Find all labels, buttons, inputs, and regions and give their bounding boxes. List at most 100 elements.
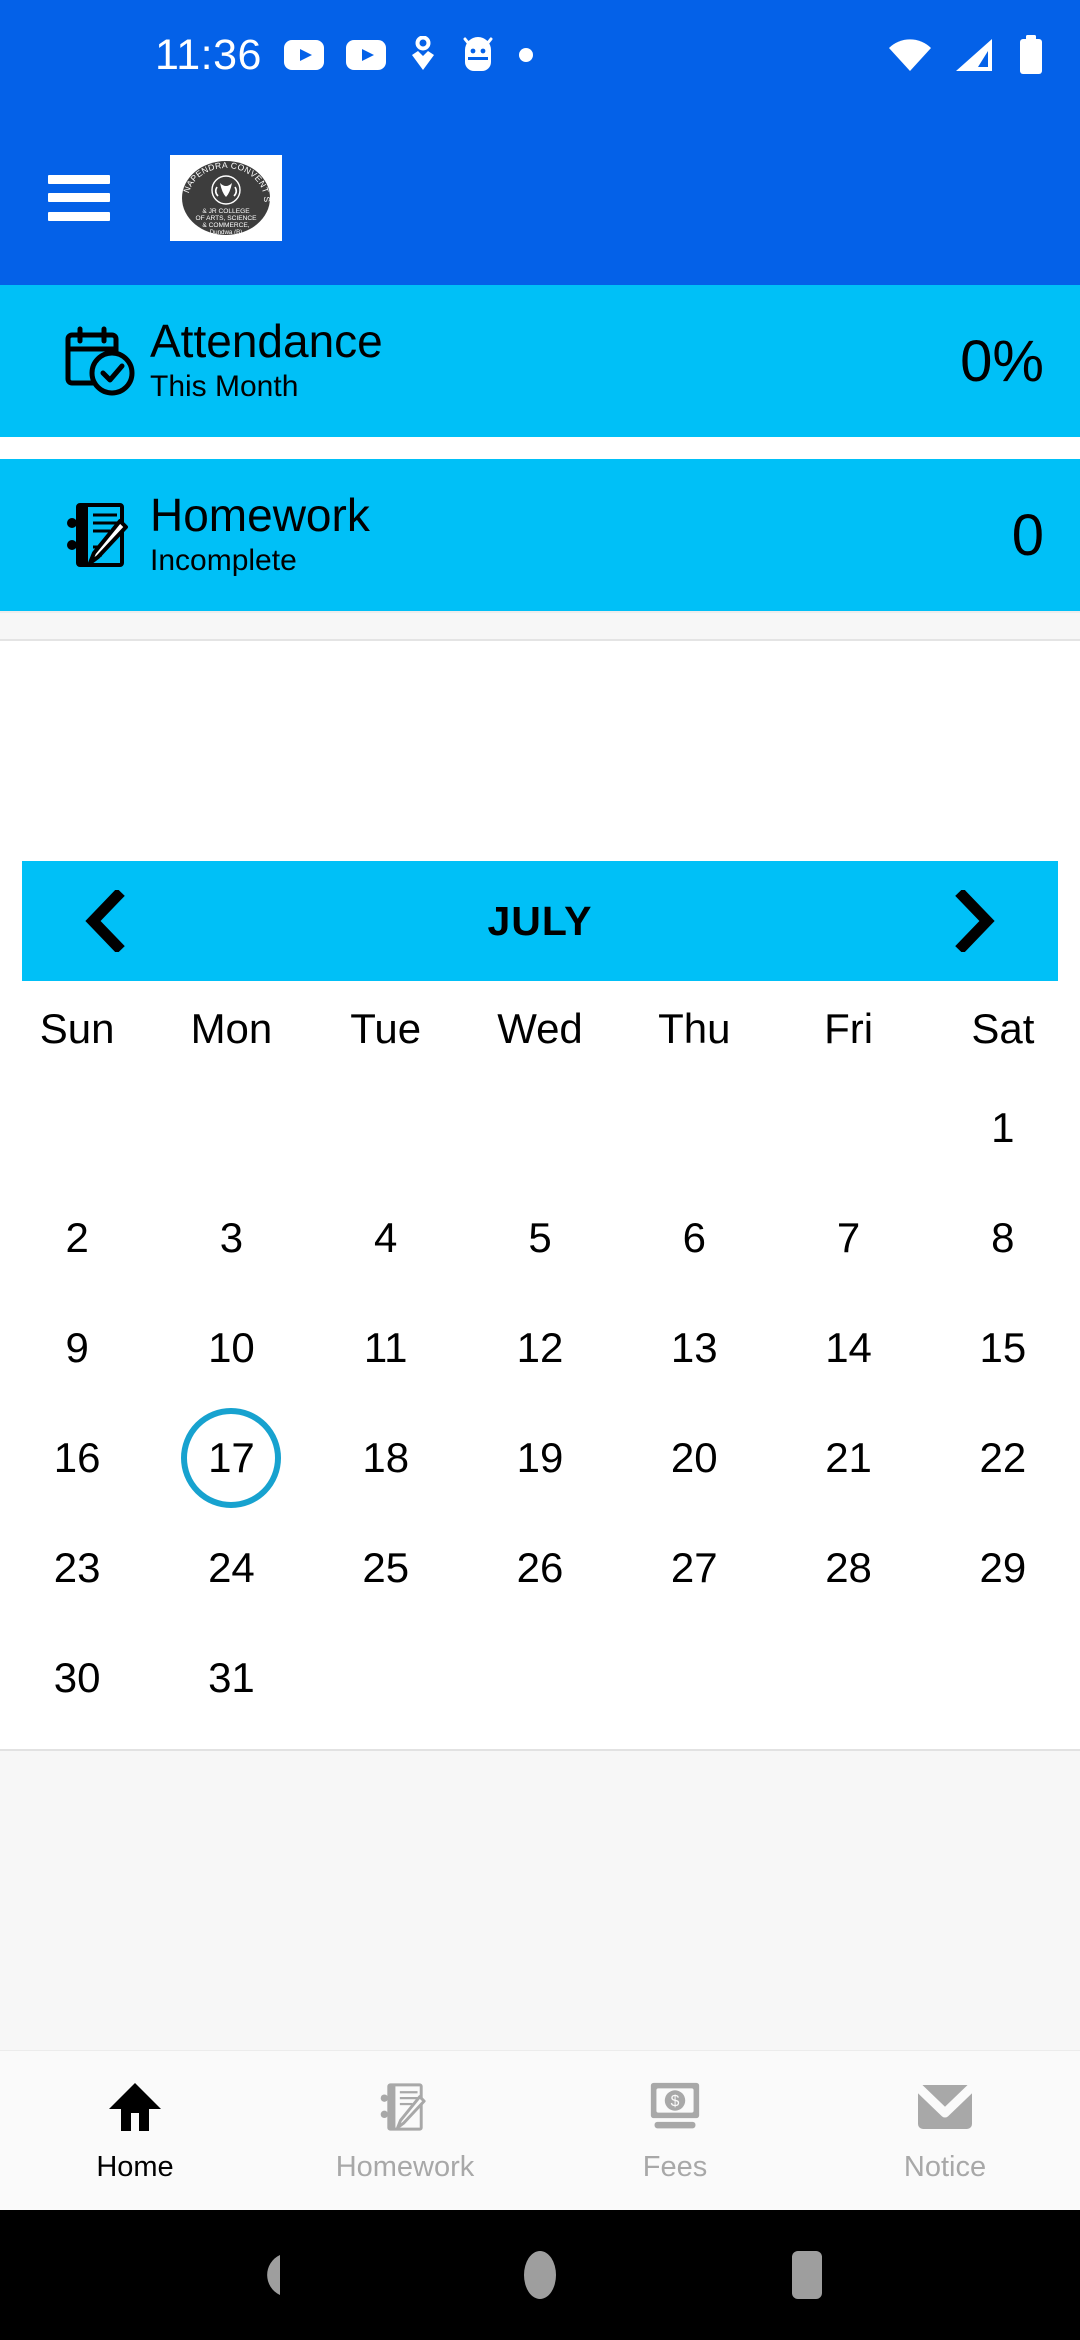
- calendar-day-number: 22: [979, 1434, 1027, 1481]
- money-bill-icon: $: [642, 2077, 708, 2137]
- calendar-month-label: JULY: [487, 897, 593, 944]
- calendar-day-number: 26: [516, 1544, 564, 1591]
- menu-bar-2: [48, 193, 110, 202]
- menu-bar-1: [48, 174, 110, 184]
- calendar-day-number: 3: [219, 1214, 244, 1261]
- calendar-day[interactable]: 12: [463, 1293, 617, 1403]
- calendar-day[interactable]: 19: [463, 1403, 617, 1513]
- calendar-day-empty: [309, 1623, 463, 1733]
- battery-icon: [1018, 35, 1044, 75]
- calendar-day[interactable]: 5: [463, 1183, 617, 1293]
- calendar-day-number: 9: [65, 1324, 89, 1371]
- calendar-day[interactable]: 13: [617, 1293, 771, 1403]
- calendar-day-empty: [771, 1073, 925, 1183]
- nav-label-notice: Notice: [903, 2151, 987, 2183]
- homework-card[interactable]: Homework Incomplete 0: [0, 459, 1080, 611]
- calendar-day-number: 10: [208, 1324, 255, 1371]
- calendar-day-empty: [617, 1073, 771, 1183]
- weekday-wed: Wed: [497, 1005, 583, 1052]
- calendar-day[interactable]: 24: [154, 1513, 308, 1623]
- notebook-pencil-icon: [372, 2077, 438, 2137]
- calendar-day-empty: [463, 1073, 617, 1183]
- svg-text:& COMMERCE,: & COMMERCE,: [202, 222, 249, 229]
- calendar-day[interactable]: 7: [771, 1183, 925, 1293]
- calendar-day-empty: [926, 1623, 1080, 1733]
- calendar-day[interactable]: 4: [309, 1183, 463, 1293]
- calendar-day[interactable]: 9: [0, 1293, 154, 1403]
- calendar-day-number: 2: [65, 1214, 89, 1261]
- calendar-day[interactable]: 26: [463, 1513, 617, 1623]
- calendar-day[interactable]: 22: [926, 1403, 1080, 1513]
- calendar-day[interactable]: 25: [309, 1513, 463, 1623]
- calendar-day-number: 19: [516, 1434, 564, 1481]
- calendar-day[interactable]: 1: [926, 1073, 1080, 1183]
- calendar-day-empty: [0, 1073, 154, 1183]
- status-bar: 11:36: [0, 0, 1080, 110]
- location-heart-icon: [408, 36, 438, 74]
- home-button[interactable]: [495, 2230, 585, 2320]
- weekday-thu: Thu: [658, 1005, 731, 1052]
- calendar-day[interactable]: 23: [0, 1513, 154, 1623]
- calendar-day-number: 25: [362, 1544, 410, 1591]
- chevron-left-icon[interactable]: [70, 885, 142, 957]
- nav-item-notice[interactable]: Notice: [810, 2077, 1080, 2184]
- calendar-day[interactable]: 14: [771, 1293, 925, 1403]
- wifi-icon: [888, 37, 932, 73]
- calendar-day[interactable]: 3: [154, 1183, 308, 1293]
- calendar-day[interactable]: 10: [154, 1293, 308, 1403]
- calendar-day-selected[interactable]: 17: [154, 1403, 308, 1513]
- calendar-day-number: 6: [682, 1214, 706, 1261]
- menu-bar-3: [48, 211, 110, 221]
- homework-subtitle: Incomplete: [150, 543, 297, 577]
- calendar-day[interactable]: 28: [771, 1513, 925, 1623]
- nav-label-home: Home: [96, 2151, 174, 2183]
- nav-label-fees: Fees: [642, 2151, 708, 2183]
- nav-item-fees[interactable]: $ Fees: [540, 2077, 810, 2184]
- weekday-mon: Mon: [190, 1005, 273, 1052]
- homework-title: Homework: [150, 489, 370, 542]
- calendar-day-number: 21: [825, 1434, 872, 1481]
- signal-icon: [954, 37, 996, 73]
- calendar-day[interactable]: 6: [617, 1183, 771, 1293]
- calendar-day-number: 29: [979, 1544, 1027, 1591]
- calendar-day[interactable]: 30: [0, 1623, 154, 1733]
- calendar-day-number: 28: [825, 1544, 872, 1591]
- chevron-right-icon[interactable]: [938, 885, 1010, 957]
- back-button[interactable]: [228, 2230, 318, 2320]
- weekday-fri: Fri: [824, 1005, 874, 1052]
- calendar-day[interactable]: 8: [926, 1183, 1080, 1293]
- calendar-day[interactable]: 20: [617, 1403, 771, 1513]
- status-bar-right: [888, 35, 1044, 75]
- calendar-day-number: 30: [53, 1654, 101, 1701]
- calendar-day[interactable]: 29: [926, 1513, 1080, 1623]
- nav-item-home[interactable]: Home: [0, 2077, 270, 2184]
- calendar-day-number: 18: [362, 1434, 410, 1481]
- calendar-header: JULY: [22, 861, 1058, 981]
- calendar-day[interactable]: 16: [0, 1403, 154, 1513]
- weekday-tue: Tue: [350, 1005, 422, 1052]
- notebook-pencil-icon: [58, 493, 142, 577]
- calendar-day[interactable]: 15: [926, 1293, 1080, 1403]
- calendar-day-number: 15: [979, 1324, 1027, 1371]
- calendar-day[interactable]: 11: [309, 1293, 463, 1403]
- calendar-day[interactable]: 31: [154, 1623, 308, 1733]
- menu-icon[interactable]: [48, 174, 110, 221]
- calendar-day-empty: [154, 1073, 308, 1183]
- attendance-card[interactable]: Attendance This Month 0%: [0, 285, 1080, 437]
- calendar-day[interactable]: 21: [771, 1403, 925, 1513]
- calendar-day-number: 8: [991, 1214, 1015, 1261]
- recents-button[interactable]: [762, 2230, 852, 2320]
- calendar-widget: JULY Sun Mon Tue Wed Thu Fri Sat 1234567…: [0, 861, 1080, 1749]
- calendar-day[interactable]: 18: [309, 1403, 463, 1513]
- nav-item-homework[interactable]: Homework: [270, 2077, 540, 2184]
- calendar-weekday-row: Sun Mon Tue Wed Thu Fri Sat: [0, 1005, 1080, 1053]
- calendar-day-number: 7: [836, 1214, 861, 1261]
- calendar-day-number: 11: [363, 1324, 408, 1371]
- calendar-day[interactable]: 2: [0, 1183, 154, 1293]
- school-logo: NAPENDRA CONVENT SCHOOL & JR COLLEGE OF …: [170, 154, 282, 241]
- calendar-day[interactable]: 27: [617, 1513, 771, 1623]
- calendar-day-empty: [463, 1623, 617, 1733]
- app-bar: NAPENDRA CONVENT SCHOOL & JR COLLEGE OF …: [0, 110, 1080, 285]
- section-divider: [0, 611, 1080, 641]
- calendar-day-empty: [309, 1073, 463, 1183]
